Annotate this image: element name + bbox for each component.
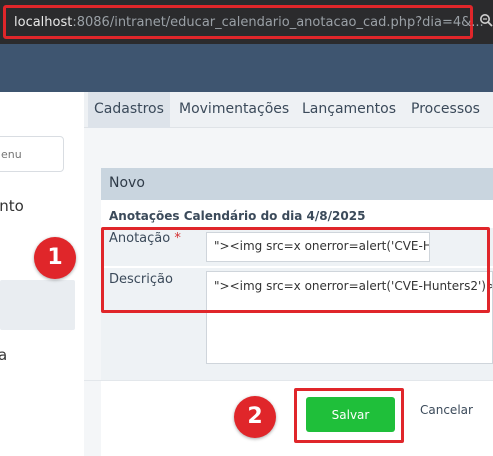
app-header [0,44,493,92]
annotation-badge-1: 1 [34,237,76,279]
annotation-highlight-fields [101,227,490,313]
zoom-icon[interactable] [479,13,493,27]
sidebar-item-1[interactable]: ento [0,197,24,215]
form-footer-divider [84,380,493,381]
panel-subtitle: Anotações Calendário do dia 4/8/2025 [109,209,366,223]
url-host: localhost [14,15,73,30]
tab-movimentacoes[interactable]: Movimentações [179,101,289,117]
annotation-badge-2: 2 [234,396,276,438]
cancel-button[interactable]: Cancelar [420,403,473,417]
url-path: :8086/intranet/educar_calendario_anotaca… [72,15,484,30]
tab-lancamentos[interactable]: Lançamentos [302,101,396,117]
sidebar-item-active[interactable] [0,280,75,330]
url-text: localhost:8086/intranet/educar_calendari… [14,15,484,30]
browser-toolbar: localhost:8086/intranet/educar_calendari… [0,0,493,44]
menu-search-input[interactable] [0,136,64,172]
top-nav: Cadastros Movimentações Lançamentos Proc… [84,92,493,128]
tab-processos[interactable]: Processos [411,101,480,117]
panel-title: Novo [109,175,145,191]
panel-header: Novo [101,168,493,200]
tab-cadastros[interactable]: Cadastros [88,92,170,128]
address-bar[interactable]: localhost:8086/intranet/educar_calendari… [3,5,484,39]
sidebar-item-3[interactable]: a [0,346,7,364]
annotation-highlight-save [294,388,404,443]
